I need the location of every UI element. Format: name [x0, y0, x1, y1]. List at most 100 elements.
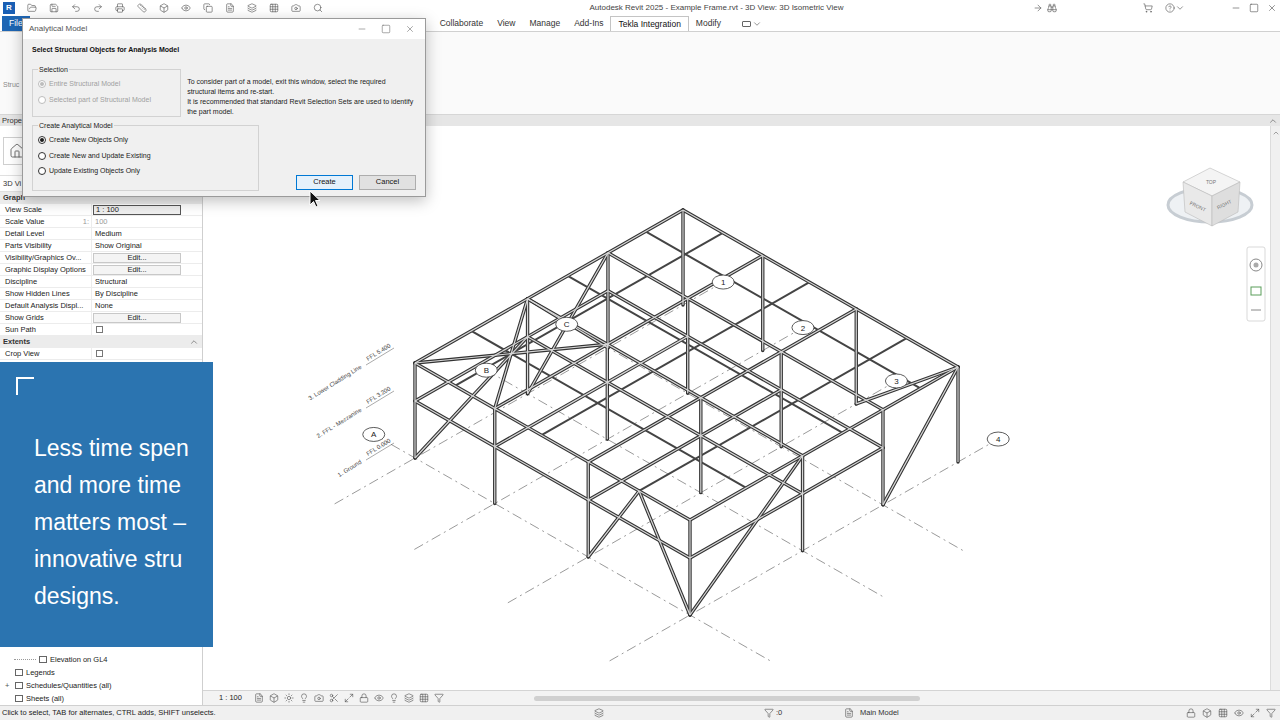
frame-member[interactable]	[801, 456, 804, 551]
browser-item[interactable]: Elevation on GL4	[0, 653, 202, 666]
select-underlay-icon[interactable]	[1202, 708, 1212, 718]
browser-item[interactable]: Legends	[0, 666, 202, 679]
visibility-icon[interactable]	[181, 3, 191, 13]
create-option[interactable]: Create New Objects Only	[38, 135, 253, 146]
property-value[interactable]: 100	[91, 216, 202, 227]
property-value[interactable]: Show Original	[91, 240, 202, 251]
property-value[interactable]: Medium	[91, 228, 202, 239]
edit-button[interactable]: Edit...	[93, 253, 181, 263]
create-option[interactable]: Update Existing Objects Only	[38, 166, 253, 177]
frame-member[interactable]	[493, 409, 496, 504]
frame-member[interactable]	[681, 210, 684, 305]
collapse-icon[interactable]	[1268, 116, 1278, 126]
help-dropdown-icon[interactable]	[1175, 3, 1185, 13]
undo-icon[interactable]	[71, 3, 81, 13]
navigation-bar[interactable]	[1247, 247, 1265, 321]
dialog-close-icon[interactable]	[405, 24, 415, 34]
grid-bubble[interactable]: 1	[712, 275, 734, 289]
radio-button[interactable]	[38, 152, 46, 160]
reveal-icon[interactable]	[389, 693, 399, 703]
constraints-icon[interactable]	[434, 693, 444, 703]
property-value[interactable]: Edit...	[91, 252, 202, 263]
select-pinned-icon[interactable]	[1218, 708, 1228, 718]
ribbon-tab[interactable]: Collaborate	[433, 16, 490, 31]
ribbon-tab[interactable]: Manage	[522, 16, 567, 31]
select-by-face-icon[interactable]	[1234, 708, 1244, 718]
layers-icon[interactable]	[247, 3, 257, 13]
create-button[interactable]: Create	[296, 175, 353, 190]
help-icon[interactable]	[1165, 3, 1175, 13]
property-value[interactable]: None	[91, 300, 202, 311]
print-icon[interactable]	[115, 3, 125, 13]
scroll-up-icon[interactable]	[1272, 129, 1280, 137]
checkbox[interactable]	[96, 350, 103, 357]
property-value[interactable]: Edit...	[91, 312, 202, 323]
frame-member[interactable]	[688, 520, 691, 615]
drag-elements-icon[interactable]	[1250, 708, 1260, 718]
analytical-icon[interactable]	[419, 693, 429, 703]
ribbon-tab[interactable]: View	[490, 16, 522, 31]
detail-level-icon[interactable]	[254, 693, 264, 703]
copy-icon[interactable]	[203, 3, 213, 13]
frame-member[interactable]	[415, 210, 683, 363]
show-crop-icon[interactable]	[344, 693, 354, 703]
frame-member[interactable]	[413, 363, 416, 458]
frame-member[interactable]	[608, 291, 883, 448]
arrow-icon[interactable]	[1033, 3, 1043, 13]
grid-bubble[interactable]: 3	[885, 374, 907, 388]
property-value[interactable]	[91, 348, 202, 359]
view-cube[interactable]: TOPFRONTRIGHT	[1168, 168, 1252, 226]
frame-member[interactable]	[528, 253, 608, 394]
open-icon[interactable]	[27, 3, 37, 13]
property-value[interactable]: Edit...	[91, 264, 202, 275]
ribbon-tab[interactable]: Tekla Integration	[610, 16, 688, 31]
grid-bubble[interactable]: C	[556, 317, 578, 331]
frame-member[interactable]	[606, 344, 609, 439]
ribbon-tab[interactable]: Modify	[689, 16, 728, 31]
grid-bubble[interactable]: 2	[792, 321, 814, 335]
radio-button[interactable]	[38, 167, 46, 175]
selection-filter-icon[interactable]	[764, 708, 774, 718]
edit-button[interactable]: Edit...	[93, 265, 181, 275]
browser-item[interactable]: Sheets (all)	[0, 692, 202, 705]
crop-icon[interactable]	[329, 693, 339, 703]
frame-member[interactable]	[881, 410, 884, 505]
edit-button[interactable]: Edit...	[93, 313, 181, 323]
workset-icon[interactable]	[594, 708, 604, 718]
dropdown-icon[interactable]	[752, 19, 762, 29]
frame-member[interactable]	[956, 367, 959, 462]
view-scale[interactable]: 1 : 100	[203, 692, 254, 703]
browser-item[interactable]: +Schedules/Quantities (all)	[0, 679, 202, 692]
grid-bubble[interactable]: A	[363, 427, 385, 441]
frame-member[interactable]	[699, 398, 702, 493]
ribbon-options[interactable]	[742, 16, 762, 31]
grid-bubble[interactable]: B	[475, 363, 497, 377]
hide-isolate-icon[interactable]	[374, 693, 384, 703]
level-tag[interactable]: 2. FFL - MezzanineFFL 3.200	[316, 385, 394, 439]
purlin[interactable]	[645, 231, 920, 388]
measure-icon[interactable]	[137, 3, 147, 13]
property-value[interactable]: Structural	[91, 276, 202, 287]
visual-style-icon[interactable]	[269, 693, 279, 703]
purlin[interactable]	[568, 276, 843, 433]
frame-member[interactable]	[415, 363, 690, 520]
expanded-icon[interactable]	[189, 337, 199, 347]
sheet-icon[interactable]	[225, 3, 235, 13]
app-logo[interactable]: R	[3, 2, 15, 14]
radio-button[interactable]	[38, 136, 46, 144]
frame-member[interactable]	[528, 337, 803, 494]
shadows-icon[interactable]	[299, 693, 309, 703]
frame-member[interactable]	[587, 462, 590, 557]
section-header[interactable]: Extents	[0, 336, 202, 348]
dialog-maximize-icon[interactable]	[381, 24, 391, 34]
frame-member[interactable]	[761, 256, 764, 351]
property-value[interactable]: By Discipline	[91, 288, 202, 299]
purlin[interactable]	[639, 338, 907, 491]
grid-icon[interactable]	[269, 3, 279, 13]
select-links-icon[interactable]	[1186, 708, 1196, 718]
dialog-minimize-icon[interactable]	[357, 24, 367, 34]
frame-member[interactable]	[526, 299, 529, 394]
close-icon[interactable]	[1267, 3, 1277, 13]
level-tag[interactable]: 1. GroundFFL 0.000	[337, 437, 394, 478]
vertical-scrollbar[interactable]	[1270, 126, 1280, 690]
